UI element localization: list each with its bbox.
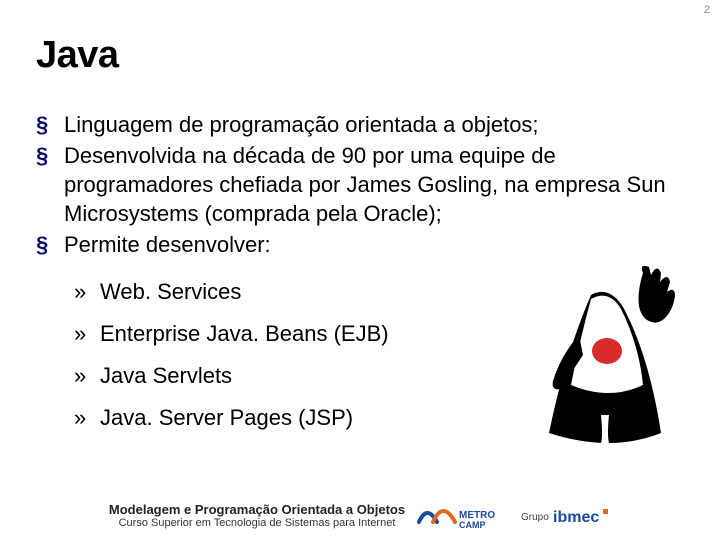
duke-mascot-icon: [531, 265, 676, 450]
footer: Modelagem e Programação Orientada a Obje…: [0, 500, 720, 532]
bullet-item: Desenvolvida na década de 90 por uma equ…: [36, 141, 684, 228]
footer-line2: Curso Superior em Tecnologia de Sistemas…: [109, 517, 405, 530]
sub-bullet-text: Enterprise Java. Beans (EJB): [100, 321, 389, 346]
sub-bullet-text: Java. Server Pages (JSP): [100, 405, 353, 430]
sub-bullet-text: Java Servlets: [100, 363, 232, 388]
svg-text:ibmec: ibmec: [553, 509, 599, 526]
bullet-text: Desenvolvida na década de 90 por uma equ…: [64, 143, 666, 226]
svg-text:Grupo: Grupo: [521, 512, 549, 523]
page-number: 2: [704, 4, 710, 16]
footer-text: Modelagem e Programação Orientada a Obje…: [109, 502, 405, 531]
svg-text:CAMP: CAMP: [459, 520, 486, 530]
footer-line1: Modelagem e Programação Orientada a Obje…: [109, 502, 405, 518]
sub-bullet-text: Web. Services: [100, 279, 241, 304]
metrocamp-logo-icon: METRO CAMP: [413, 500, 513, 532]
bullet-text: Permite desenvolver:: [64, 232, 271, 257]
bullet-item: Linguagem de programação orientada a obj…: [36, 110, 684, 139]
slide-title: Java: [36, 34, 119, 77]
ibmec-logo-icon: Grupo ibmec: [521, 505, 611, 527]
slide: 2 Java Linguagem de programação orientad…: [0, 0, 720, 540]
bullet-text: Linguagem de programação orientada a obj…: [64, 112, 539, 137]
